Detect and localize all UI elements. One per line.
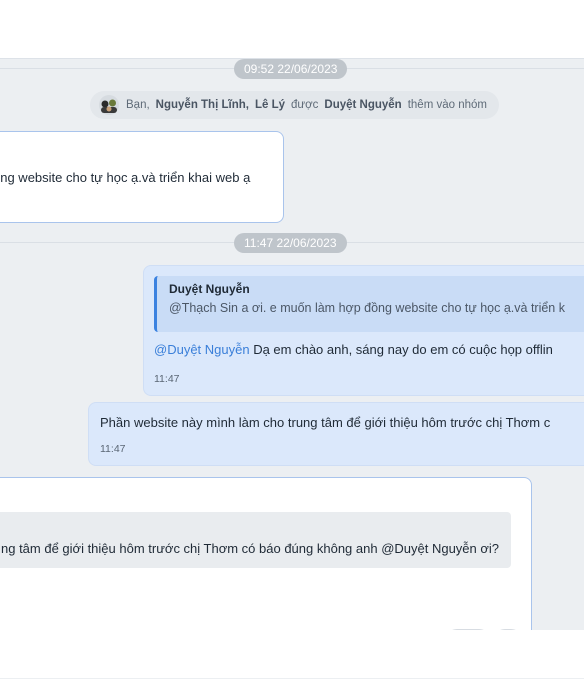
quoted-message[interactable] bbox=[0, 512, 511, 568]
system-name[interactable]: Nguyễn Thị Lĩnh, bbox=[156, 99, 249, 111]
chat-area[interactable]: 09:52 22/06/2023 Bạn, Nguyễn Thị Lĩnh, L… bbox=[0, 58, 584, 679]
message-bubble-outgoing[interactable]: Duyệt Nguyễn @Thạch Sin a ơi. e muốn làm… bbox=[143, 265, 584, 396]
bottom-edge bbox=[0, 630, 584, 678]
system-name[interactable]: Lê Lý bbox=[255, 99, 285, 111]
message-time: 11:47 bbox=[100, 443, 126, 455]
system-prefix: Bạn, bbox=[126, 99, 150, 111]
quoted-message[interactable]: Duyệt Nguyễn @Thạch Sin a ơi. e muốn làm… bbox=[154, 276, 584, 332]
message-text: ồng website cho tự học ạ.và triển khai w… bbox=[0, 170, 251, 185]
quote-author: Duyệt Nguyễn bbox=[169, 282, 250, 296]
system-actor[interactable]: Duyệt Nguyễn bbox=[324, 99, 401, 111]
message-time: 11:47 bbox=[154, 373, 180, 385]
mention-link[interactable]: @Duyệt Nguyễn bbox=[154, 342, 250, 357]
message-bubble-incoming[interactable]: ồng website cho tự học ạ.và triển khai w… bbox=[0, 131, 284, 223]
group-avatar-icon bbox=[98, 94, 120, 116]
system-middle: được bbox=[291, 99, 319, 111]
message-text: ng tâm để giới thiệu hôm trước chị Thơm … bbox=[1, 541, 500, 556]
message-text: Dạ em chào anh, sáng nay do em có cuộc h… bbox=[249, 342, 553, 357]
message-text: Phần website này mình làm cho trung tâm … bbox=[100, 415, 551, 430]
system-suffix: thêm vào nhóm bbox=[407, 99, 487, 111]
timestamp-pill: 11:47 22/06/2023 bbox=[234, 233, 347, 253]
message-bubble-outgoing[interactable]: Phần website này mình làm cho trung tâm … bbox=[88, 402, 584, 466]
system-message: Bạn, Nguyễn Thị Lĩnh, Lê Lý được Duyệt N… bbox=[90, 91, 499, 119]
quote-text: @Thạch Sin a ơi. e muốn làm hợp đồng web… bbox=[169, 301, 565, 315]
timestamp-pill: 09:52 22/06/2023 bbox=[234, 59, 348, 79]
